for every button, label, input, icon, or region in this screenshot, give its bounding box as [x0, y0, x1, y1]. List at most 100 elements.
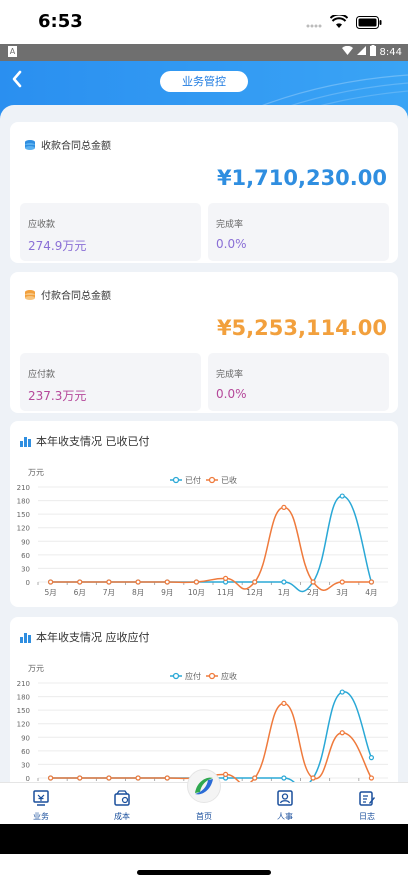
data-point — [135, 579, 141, 585]
data-point — [310, 579, 316, 585]
data-point — [77, 775, 83, 781]
x-tick-label: 6月 — [74, 588, 86, 597]
tile-label: 完成率 — [216, 370, 244, 380]
tile-value: 237.3万元 — [28, 389, 87, 403]
home-logo-icon — [195, 777, 213, 795]
tile-value: 0.0% — [216, 387, 247, 401]
legend-marker — [172, 476, 180, 484]
tile-value: 0.0% — [216, 237, 247, 251]
x-tick-label: 5月 — [44, 588, 56, 597]
x-tick-label: 10月 — [188, 588, 205, 597]
data-point — [164, 579, 170, 585]
tile-label: 应付款 — [28, 370, 56, 380]
back-button[interactable] — [10, 69, 30, 93]
y-tick-label: 60 — [21, 748, 30, 756]
notification-icon: A — [8, 46, 17, 57]
legend-item: 已付 — [170, 475, 201, 485]
android-status-bar: A 8:44 — [0, 44, 408, 61]
data-point — [339, 730, 345, 736]
y-tick-label: 120 — [17, 525, 30, 533]
page-title: 业务管控 — [160, 71, 248, 92]
x-tick-label: 7月 — [103, 588, 115, 597]
data-point — [310, 775, 316, 781]
personnel-icon — [277, 790, 293, 806]
tab-personnel[interactable]: 人事 — [255, 783, 315, 825]
signal-icon — [356, 46, 366, 58]
data-point — [193, 579, 200, 585]
x-tick-label: 3月 — [336, 588, 348, 597]
y-tick-label: 60 — [21, 552, 30, 560]
chart-card-received-paid: 本年收支情况 已收已付 万元 210 180 150 120 90 60 30 0 5月 6月 7月 8… — [10, 421, 398, 607]
x-tick-label: 2月 — [307, 588, 319, 597]
receive-contract-card: 收款合同总金额 ¥1,710,230.00 应收款 274.9万元 完成率 0.… — [10, 122, 398, 263]
legend-label: 应付 — [185, 671, 201, 681]
y-axis-unit-label: 万元 — [28, 468, 44, 477]
ios-status-bar: 6:53 — [0, 0, 408, 44]
data-point — [252, 775, 258, 781]
receive-total-amount: ¥1,710,230.00 — [216, 166, 387, 190]
data-point — [281, 579, 287, 585]
x-tick-label: 12月 — [246, 588, 263, 597]
y-tick-label: 210 — [17, 680, 30, 688]
y-tick-label: 0 — [26, 775, 30, 782]
data-point — [339, 493, 345, 499]
data-point — [339, 579, 345, 585]
legend-marker — [208, 476, 216, 484]
tab-business[interactable]: 业务 — [11, 783, 71, 825]
system-black-bar — [0, 824, 408, 854]
battery-icon — [369, 45, 376, 59]
tab-home[interactable]: 首页 — [174, 769, 234, 825]
data-point — [135, 775, 141, 781]
data-point — [47, 775, 54, 781]
battery-icon — [356, 14, 382, 33]
coins-icon — [25, 289, 35, 300]
x-tick-label: 4月 — [365, 588, 377, 597]
y-tick-label: 30 — [21, 565, 30, 573]
received-paid-line-chart: 万元 210 180 150 120 90 60 30 0 5月 6月 7月 8月 9月 10月 11月 12月… — [17, 468, 388, 597]
legend-item: 应收 — [206, 671, 237, 681]
tab-log[interactable]: 日志 — [337, 783, 397, 825]
legend-item: 已收 — [206, 475, 237, 485]
chart-card-receivable-payable: 本年收支情况 应收应付 万元21018015012090603005月6月7月8… — [10, 617, 398, 782]
y-tick-label: 90 — [21, 538, 30, 546]
series-line — [50, 506, 372, 591]
pay-card-label: 付款合同总金额 — [41, 291, 111, 302]
android-time: 8:44 — [379, 46, 402, 58]
business-icon — [33, 790, 49, 806]
y-tick-label: 90 — [21, 734, 30, 742]
data-point — [368, 579, 375, 585]
bottom-tab-bar: 业务 成本 首页 人事 日志 — [0, 769, 408, 825]
pay-total-amount: ¥5,253,114.00 — [216, 316, 387, 340]
data-point — [222, 771, 229, 777]
data-point — [368, 775, 375, 781]
data-point — [222, 575, 229, 581]
y-tick-label: 210 — [17, 484, 30, 492]
tile-label: 完成率 — [216, 220, 244, 230]
wifi-icon — [341, 45, 353, 58]
data-point — [368, 755, 375, 761]
legend-item: 应付 — [170, 671, 201, 681]
main-content[interactable]: 收款合同总金额 ¥1,710,230.00 应收款 274.9万元 完成率 0.… — [0, 105, 408, 782]
y-tick-label: 180 — [17, 498, 30, 506]
log-icon — [359, 791, 375, 806]
cost-icon — [114, 790, 130, 806]
y-tick-label: 120 — [17, 721, 30, 729]
x-tick-label: 8月 — [132, 588, 144, 597]
data-point — [106, 579, 112, 585]
coins-icon — [25, 139, 35, 150]
receive-completion-tile: 完成率 0.0% — [208, 203, 389, 261]
data-point — [281, 775, 287, 781]
receivable-tile: 应收款 274.9万元 — [20, 203, 201, 261]
tile-value: 274.9万元 — [28, 239, 87, 253]
y-axis-unit-label: 万元 — [28, 664, 44, 673]
tile-label: 应收款 — [28, 220, 56, 230]
legend-marker — [172, 672, 180, 680]
more-dots-icon — [306, 14, 322, 33]
receive-card-label: 收款合同总金额 — [41, 141, 111, 152]
data-point — [281, 700, 287, 706]
data-point — [77, 579, 83, 585]
x-tick-label: 11月 — [217, 588, 234, 597]
data-point — [339, 689, 345, 695]
tab-cost[interactable]: 成本 — [92, 783, 152, 825]
home-indicator[interactable] — [137, 870, 271, 875]
